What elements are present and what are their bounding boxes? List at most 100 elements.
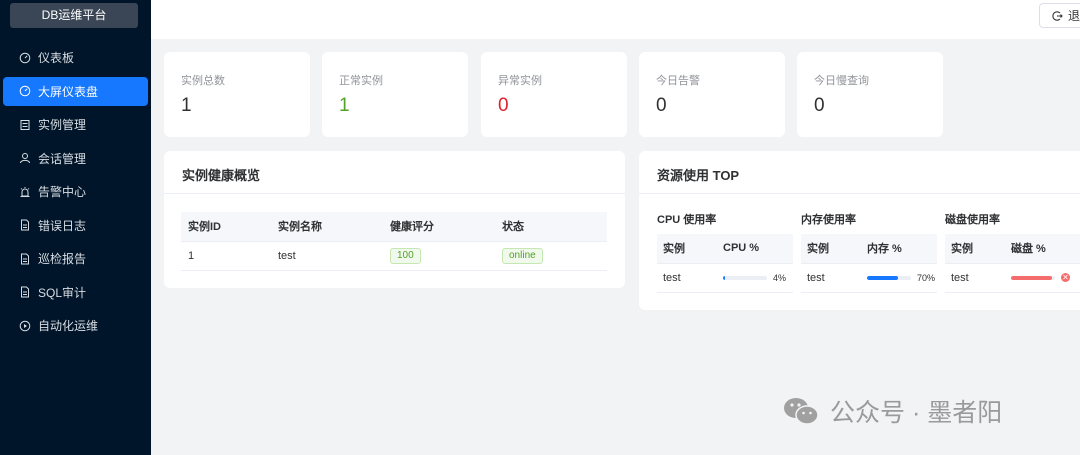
sidebar-item-automation[interactable]: 自动化运维 bbox=[3, 311, 148, 340]
sidebar-item-big-screen-dashboard[interactable]: 大屏仪表盘 bbox=[3, 76, 148, 106]
sidebar-item-error-logs[interactable]: 错误日志 bbox=[3, 211, 148, 240]
status-cell: online bbox=[495, 241, 607, 271]
sidebar-item-label: 仪表板 bbox=[38, 51, 75, 65]
instance-name-cell: test bbox=[801, 263, 861, 293]
disk-usage-table: 实例 磁盘 % test ✕ bbox=[945, 234, 1080, 293]
play-icon bbox=[19, 320, 31, 332]
section-title: 磁盘使用率 bbox=[945, 214, 1000, 226]
instance-name-cell: test bbox=[945, 263, 1005, 293]
resource-usage-panel: 资源使用 TOP CPU 使用率 实例 CPU % test 4% 内存使用率 实… bbox=[639, 151, 1080, 310]
table-row[interactable]: test ✕ bbox=[945, 263, 1080, 293]
stat-value: 0 bbox=[814, 95, 825, 116]
stat-label: 今日告警 bbox=[656, 75, 700, 87]
cpu-usage-table: 实例 CPU % test 4% bbox=[657, 234, 793, 293]
percent-text: 70% bbox=[917, 272, 936, 283]
stat-value: 0 bbox=[656, 95, 667, 116]
disk-usage-section: 磁盘使用率 实例 磁盘 % test ✕ bbox=[945, 211, 1080, 293]
watermark: 公众号 · 墨者阳 bbox=[782, 393, 1002, 429]
sidebar-item-sessions[interactable]: 会话管理 bbox=[3, 144, 148, 173]
health-score-cell: 100 bbox=[383, 241, 495, 271]
progress-fill bbox=[723, 275, 725, 280]
column-header: 健康评分 bbox=[383, 212, 495, 242]
stat-value: 1 bbox=[339, 95, 350, 116]
instance-health-table: 实例ID 实例名称 健康评分 状态 1 test 100 online bbox=[181, 212, 607, 271]
progress-bar bbox=[723, 275, 767, 280]
column-header: 内存 % bbox=[861, 234, 937, 264]
error-icon: ✕ bbox=[1061, 273, 1070, 282]
sidebar-item-label: 巡检报告 bbox=[38, 252, 87, 266]
sidebar-item-inspection-reports[interactable]: 巡检报告 bbox=[3, 244, 148, 273]
section-title: CPU 使用率 bbox=[657, 214, 717, 226]
list-icon bbox=[19, 119, 31, 131]
progress-bar bbox=[1011, 275, 1055, 280]
column-header: CPU % bbox=[717, 234, 793, 264]
document-icon bbox=[19, 286, 31, 298]
stat-label: 今日慢查询 bbox=[814, 75, 869, 87]
percent-text: 4% bbox=[773, 272, 787, 283]
divider bbox=[164, 193, 625, 194]
sidebar-item-label: 错误日志 bbox=[38, 218, 87, 233]
wechat-icon bbox=[784, 398, 819, 425]
logout-label: 退出 bbox=[1068, 9, 1080, 23]
brand-logo: DB运维平台 bbox=[10, 3, 138, 28]
sidebar-item-instances[interactable]: 实例管理 bbox=[3, 110, 148, 139]
column-header: 实例 bbox=[945, 234, 1005, 264]
section-title: 内存使用率 bbox=[801, 214, 856, 226]
column-header: 状态 bbox=[495, 212, 607, 242]
divider bbox=[639, 193, 1080, 194]
sidebar-item-label: 大屏仪表盘 bbox=[38, 84, 99, 99]
user-icon bbox=[19, 152, 31, 164]
sidebar-item-sql-audit[interactable]: SQL审计 bbox=[3, 278, 148, 307]
alarm-icon bbox=[19, 186, 31, 198]
top-bar: 退出 bbox=[151, 0, 1080, 39]
stat-label: 实例总数 bbox=[181, 75, 225, 87]
sidebar-item-label: SQL审计 bbox=[38, 285, 87, 300]
column-header: 磁盘 % bbox=[1005, 234, 1080, 264]
watermark-text: 公众号 · 墨者阳 bbox=[830, 399, 1003, 427]
progress-fill bbox=[867, 275, 898, 280]
instance-name-cell: test bbox=[657, 263, 717, 293]
table-row[interactable]: test 4% bbox=[657, 263, 793, 293]
table-row[interactable]: test 70% bbox=[801, 263, 937, 293]
sidebar-item-label: 会话管理 bbox=[38, 151, 87, 166]
status-badge: online bbox=[502, 247, 543, 264]
progress-bar bbox=[867, 275, 911, 280]
stat-value: 0 bbox=[498, 95, 509, 116]
sidebar-item-dashboard[interactable]: 仪表板 bbox=[3, 43, 148, 72]
panel-title: 资源使用 TOP bbox=[657, 168, 740, 183]
memory-percent-cell: 70% bbox=[861, 263, 937, 293]
instance-health-panel: 实例健康概览 实例ID 实例名称 健康评分 状态 1 test 100 onli… bbox=[164, 151, 625, 288]
stat-card-today-slow-queries: 今日慢查询 0 bbox=[797, 52, 943, 137]
memory-usage-table: 实例 内存 % test 70% bbox=[801, 234, 937, 293]
dashboard-icon bbox=[19, 52, 31, 64]
sidebar: DB运维平台 仪表板 大屏仪表盘 实例管理 会话管理 告警中心 错误日志 巡检报… bbox=[0, 0, 151, 455]
column-header: 实例ID bbox=[181, 212, 271, 242]
table-header-row: 实例ID 实例名称 健康评分 状态 bbox=[181, 212, 607, 242]
stat-value: 1 bbox=[181, 95, 192, 116]
cpu-usage-section: CPU 使用率 实例 CPU % test 4% bbox=[657, 211, 793, 293]
sidebar-item-alerts[interactable]: 告警中心 bbox=[3, 177, 148, 206]
sidebar-nav: 仪表板 大屏仪表盘 实例管理 会话管理 告警中心 错误日志 巡检报告 SQL审计… bbox=[0, 43, 151, 345]
progress-fill bbox=[1011, 275, 1052, 280]
instance-name-cell: test bbox=[271, 241, 383, 271]
stat-card-today-alerts: 今日告警 0 bbox=[639, 52, 785, 137]
table-row[interactable]: 1 test 100 online bbox=[181, 241, 607, 271]
document-icon bbox=[19, 253, 31, 265]
cpu-percent-cell: 4% bbox=[717, 263, 793, 293]
stat-label: 异常实例 bbox=[498, 75, 542, 87]
stat-card-normal-instances: 正常实例 1 bbox=[322, 52, 468, 137]
document-icon bbox=[19, 219, 31, 231]
stat-card-total-instances: 实例总数 1 bbox=[164, 52, 310, 137]
logout-icon bbox=[1052, 10, 1063, 21]
column-header: 实例 bbox=[801, 234, 861, 264]
column-header: 实例名称 bbox=[271, 212, 383, 242]
panel-title: 实例健康概览 bbox=[182, 168, 261, 183]
stat-label: 正常实例 bbox=[339, 75, 383, 87]
dashboard-icon bbox=[19, 85, 31, 97]
logout-button[interactable]: 退出 bbox=[1039, 3, 1080, 28]
sidebar-item-label: 自动化运维 bbox=[38, 319, 99, 333]
disk-percent-cell: ✕ bbox=[1005, 263, 1080, 293]
column-header: 实例 bbox=[657, 234, 717, 264]
health-score-badge: 100 bbox=[390, 247, 421, 264]
memory-usage-section: 内存使用率 实例 内存 % test 70% bbox=[801, 211, 937, 293]
